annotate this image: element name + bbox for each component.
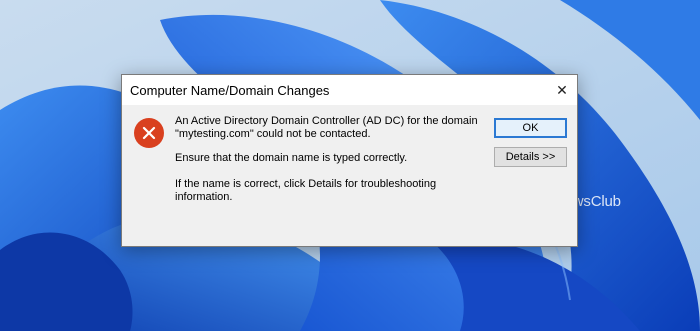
error-message: An Active Directory Domain Controller (A… xyxy=(175,115,495,204)
title-bar[interactable]: Computer Name/Domain Changes ✕ xyxy=(122,75,577,105)
message-line-4: If the name is correct, click Details fo… xyxy=(175,178,437,203)
dialog-title: Computer Name/Domain Changes xyxy=(130,83,330,98)
error-icon xyxy=(134,118,164,148)
details-button[interactable]: Details >> xyxy=(494,147,567,167)
close-button[interactable]: ✕ xyxy=(547,75,577,105)
domain-changes-dialog: Computer Name/Domain Changes ✕ An Active… xyxy=(121,74,578,247)
x-mark-icon xyxy=(142,126,156,140)
message-line-3: Ensure that the domain name is typed cor… xyxy=(175,152,408,164)
close-icon: ✕ xyxy=(556,81,568,98)
message-line-1: An Active Directory Domain Controller (A… xyxy=(175,115,478,127)
message-line-2: "mytesting.com" could not be contacted. xyxy=(175,128,371,140)
ok-button[interactable]: OK xyxy=(494,118,567,138)
